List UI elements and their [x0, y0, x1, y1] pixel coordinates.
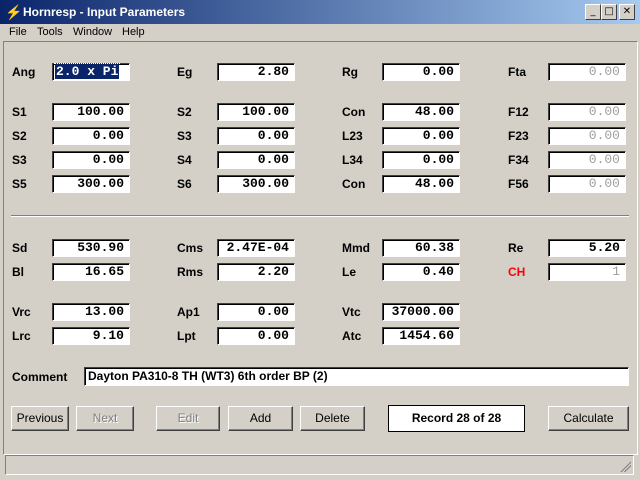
record-indicator: Record 28 of 28 — [388, 405, 525, 432]
delete-button[interactable]: Delete — [300, 406, 365, 431]
menu-tools[interactable]: Tools — [37, 24, 63, 40]
menu-bar: File Tools Window Help — [0, 24, 640, 40]
atc-field[interactable]: 1454.60 — [382, 327, 460, 345]
previous-button[interactable]: Previous — [11, 406, 69, 431]
label-l34: L34 — [342, 153, 363, 167]
label-f34: F34 — [508, 153, 529, 167]
menu-window[interactable]: Window — [73, 24, 112, 40]
label-lpt: Lpt — [177, 329, 196, 343]
l34-field[interactable]: 0.00 — [382, 151, 460, 169]
calculate-button[interactable]: Calculate — [548, 406, 629, 431]
label-ch: CH — [508, 265, 526, 279]
label-ap1: Ap1 — [177, 305, 200, 319]
s2-field[interactable]: 0.00 — [52, 127, 130, 145]
label-cms: Cms — [177, 241, 204, 255]
label-bl: Bl — [12, 265, 24, 279]
label-rms: Rms — [177, 265, 204, 279]
label-s5: S5 — [12, 177, 27, 191]
lpt-field[interactable]: 0.00 — [217, 327, 295, 345]
label-eg: Eg — [177, 65, 193, 79]
ang-value: 2.0 x Pi — [53, 63, 121, 80]
rg-field[interactable]: 0.00 — [382, 63, 460, 81]
f34-field[interactable]: 0.00 — [548, 151, 626, 169]
label-lrc: Lrc — [12, 329, 31, 343]
label-s1: S1 — [12, 105, 27, 119]
label-s4: S4 — [177, 153, 192, 167]
bl-field[interactable]: 16.65 — [52, 263, 130, 281]
label-con-2: Con — [342, 177, 366, 191]
maximize-button[interactable]: □ — [601, 4, 617, 20]
label-vtc: Vtc — [342, 305, 361, 319]
hornresp-lightning-icon: ⚡ — [5, 4, 23, 20]
label-comment: Comment — [12, 370, 68, 384]
label-atc: Atc — [342, 329, 362, 343]
label-s3-col2: S3 — [177, 129, 192, 143]
menu-file[interactable]: File — [9, 24, 27, 40]
eg-field[interactable]: 2.80 — [217, 63, 295, 81]
fta-field[interactable]: 0.00 — [548, 63, 626, 81]
ap1-field[interactable]: 0.00 — [217, 303, 295, 321]
label-rg: Rg — [342, 65, 358, 79]
resize-grip-icon[interactable] — [619, 460, 631, 472]
label-s2-col2: S2 — [177, 105, 192, 119]
label-mmd: Mmd — [342, 241, 370, 255]
s3-field[interactable]: 0.00 — [52, 151, 130, 169]
con-1-field[interactable]: 48.00 — [382, 103, 460, 121]
next-button[interactable]: Next — [76, 406, 134, 431]
s2-col2-field[interactable]: 100.00 — [217, 103, 295, 121]
le-field[interactable]: 0.40 — [382, 263, 460, 281]
label-re: Re — [508, 241, 524, 255]
vtc-field[interactable]: 37000.00 — [382, 303, 460, 321]
label-con-1: Con — [342, 105, 366, 119]
label-vrc: Vrc — [12, 305, 31, 319]
s3-col2-field[interactable]: 0.00 — [217, 127, 295, 145]
edit-button[interactable]: Edit — [156, 406, 220, 431]
label-s6: S6 — [177, 177, 192, 191]
label-f23: F23 — [508, 129, 529, 143]
label-l23: L23 — [342, 129, 363, 143]
minimize-button[interactable]: _ — [585, 4, 601, 20]
ang-field[interactable]: 2.0 x Pi — [52, 63, 130, 81]
con-2-field[interactable]: 48.00 — [382, 175, 460, 193]
label-s3: S3 — [12, 153, 27, 167]
label-fta: Fta — [508, 65, 526, 79]
s6-field[interactable]: 300.00 — [217, 175, 295, 193]
s5-field[interactable]: 300.00 — [52, 175, 130, 193]
menu-help[interactable]: Help — [122, 24, 145, 40]
lrc-field[interactable]: 9.10 — [52, 327, 130, 345]
window-title: Hornresp - Input Parameters — [23, 5, 186, 19]
f56-field[interactable]: 0.00 — [548, 175, 626, 193]
status-bar — [5, 455, 634, 475]
section-divider — [11, 215, 629, 217]
label-f12: F12 — [508, 105, 529, 119]
re-field[interactable]: 5.20 — [548, 239, 626, 257]
close-button[interactable]: ✕ — [619, 4, 635, 20]
s4-field[interactable]: 0.00 — [217, 151, 295, 169]
label-s2: S2 — [12, 129, 27, 143]
f12-field[interactable]: 0.00 — [548, 103, 626, 121]
label-sd: Sd — [12, 241, 28, 255]
label-le: Le — [342, 265, 357, 279]
s1-field[interactable]: 100.00 — [52, 103, 130, 121]
label-f56: F56 — [508, 177, 529, 191]
comment-field[interactable]: Dayton PA310-8 TH (WT3) 6th order BP (2) — [84, 367, 629, 386]
label-ang: Ang — [12, 65, 36, 79]
sd-field[interactable]: 530.90 — [52, 239, 130, 257]
title-bar[interactable]: ⚡ Hornresp - Input Parameters _ □ ✕ — [0, 0, 640, 24]
f23-field[interactable]: 0.00 — [548, 127, 626, 145]
cms-field[interactable]: 2.47E-04 — [217, 239, 295, 257]
mmd-field[interactable]: 60.38 — [382, 239, 460, 257]
ch-field[interactable]: 1 — [548, 263, 626, 281]
add-button[interactable]: Add — [228, 406, 293, 431]
rms-field[interactable]: 2.20 — [217, 263, 295, 281]
vrc-field[interactable]: 13.00 — [52, 303, 130, 321]
l23-field[interactable]: 0.00 — [382, 127, 460, 145]
